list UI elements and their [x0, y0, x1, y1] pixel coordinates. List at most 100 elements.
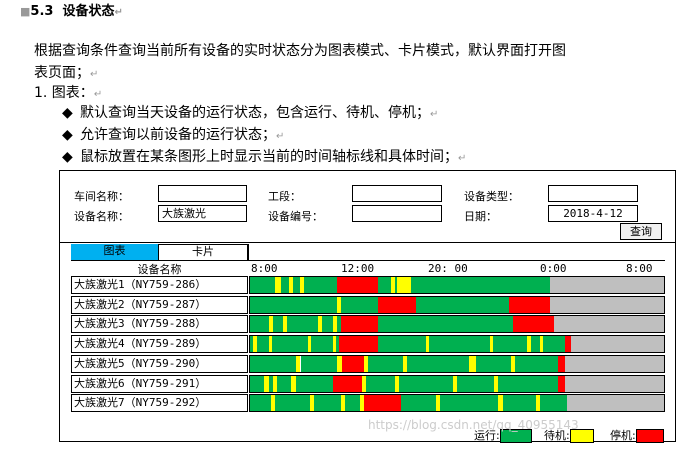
- status-segment-run[interactable]: [250, 356, 296, 372]
- status-segment-run[interactable]: [341, 297, 379, 313]
- query-button[interactable]: 查询: [620, 223, 662, 240]
- device-row-label: 大族激光6（NY759-291）: [71, 375, 248, 393]
- device-type-label: 设备类型：: [464, 190, 519, 203]
- device-row-label: 大族激光7（NY759-292）: [71, 394, 248, 412]
- status-segment-stp[interactable]: [512, 316, 555, 332]
- status-segment-run[interactable]: [407, 356, 470, 372]
- status-segment-run[interactable]: [367, 356, 404, 372]
- device-type-input[interactable]: [548, 185, 638, 202]
- legend-stopped-swatch: [635, 429, 664, 443]
- status-bar-row[interactable]: [249, 296, 665, 314]
- legend-stopped: 停机:: [610, 427, 664, 443]
- section-number: 5.3: [30, 4, 54, 19]
- status-segment-stp[interactable]: [508, 297, 551, 313]
- time-tick-label: 8:00: [626, 262, 653, 275]
- time-tick-label: 12:00: [341, 262, 375, 275]
- status-segment-run[interactable]: [250, 277, 275, 293]
- status-segment-run[interactable]: [399, 376, 453, 392]
- list-item-1: 1. 图表：↵: [34, 85, 103, 101]
- device-row-label: 大族激光4（NY759-289）: [71, 335, 248, 353]
- device-name-input[interactable]: 大族激光: [158, 205, 247, 222]
- status-segment-run[interactable]: [256, 336, 269, 352]
- status-segment-run[interactable]: [274, 395, 311, 411]
- status-segment-run[interactable]: [271, 336, 308, 352]
- status-segment-run[interactable]: [498, 376, 559, 392]
- status-segment-run[interactable]: [272, 316, 284, 332]
- status-segment-run[interactable]: [378, 336, 426, 352]
- status-segment-run[interactable]: [411, 277, 551, 293]
- status-segment-run[interactable]: [287, 316, 319, 332]
- workshop-label: 车间名称：: [74, 190, 129, 203]
- status-segment-idle[interactable]: [564, 356, 664, 372]
- status-segment-run[interactable]: [250, 316, 269, 332]
- status-bar-row[interactable]: [249, 315, 665, 333]
- status-bar-row[interactable]: [249, 276, 665, 294]
- status-segment-run[interactable]: [543, 336, 565, 352]
- status-segment-idle[interactable]: [564, 376, 664, 392]
- status-bar-row[interactable]: [249, 375, 665, 393]
- status-segment-run[interactable]: [250, 395, 271, 411]
- intro-line-2: 表页面；↵: [34, 65, 99, 81]
- status-segment-run[interactable]: [365, 376, 395, 392]
- status-segment-run[interactable]: [322, 316, 333, 332]
- status-segment-idle[interactable]: [550, 277, 664, 293]
- intro-line-1: 根据查询条件查询当前所有设备的实时状态分为图表模式、卡片模式，默认界面打开图: [34, 43, 566, 59]
- status-segment-run[interactable]: [502, 395, 536, 411]
- date-input[interactable]: 2018-4-12: [548, 205, 638, 222]
- time-tick-label: 0:00: [540, 262, 567, 275]
- status-bar-row[interactable]: [249, 335, 665, 353]
- device-name-label: 设备名称：: [74, 210, 129, 223]
- status-segment-run[interactable]: [415, 297, 509, 313]
- status-segment-run[interactable]: [378, 316, 513, 332]
- tab-chart[interactable]: 图表: [71, 244, 158, 260]
- workshop-input[interactable]: [158, 185, 247, 202]
- form-divider: [60, 242, 675, 243]
- status-segment-run[interactable]: [514, 356, 559, 372]
- status-segment-run[interactable]: [530, 336, 540, 352]
- diamond-bullet-icon: ◆: [62, 105, 73, 121]
- status-segment-run[interactable]: [429, 336, 491, 352]
- status-segment-idle[interactable]: [550, 297, 664, 313]
- bullet-1: ◆ 默认查询当天设备的运行状态，包含运行、待机、停机；↵: [62, 105, 439, 121]
- status-segment-run[interactable]: [345, 395, 360, 411]
- status-bar-row[interactable]: [249, 394, 665, 412]
- status-segment-run[interactable]: [539, 395, 567, 411]
- status-segment-stp[interactable]: [341, 356, 364, 372]
- status-segment-run[interactable]: [276, 376, 292, 392]
- status-bar-row[interactable]: [249, 355, 665, 373]
- status-segment-run[interactable]: [303, 277, 337, 293]
- status-segment-run[interactable]: [493, 336, 528, 352]
- status-segment-idle[interactable]: [566, 395, 664, 411]
- status-segment-run[interactable]: [281, 277, 290, 293]
- date-label: 日期：: [464, 210, 497, 223]
- status-segment-stb[interactable]: [396, 277, 412, 293]
- section-title: 设备状态: [62, 4, 115, 19]
- status-segment-stp[interactable]: [339, 336, 379, 352]
- device-row-label: 大族激光2（NY759-287）: [71, 296, 248, 314]
- diamond-bullet-icon: ◆: [62, 127, 73, 143]
- status-segment-idle[interactable]: [570, 336, 664, 352]
- status-segment-run[interactable]: [295, 376, 333, 392]
- status-segment-run[interactable]: [300, 356, 337, 372]
- status-segment-idle[interactable]: [554, 316, 664, 332]
- status-segment-run[interactable]: [401, 395, 437, 411]
- section-label: 工段：: [268, 190, 301, 203]
- status-segment-run[interactable]: [311, 336, 333, 352]
- status-segment-stp[interactable]: [378, 297, 416, 313]
- status-segment-stp[interactable]: [341, 316, 379, 332]
- device-code-input[interactable]: [352, 205, 442, 222]
- bullet-2: ◆ 允许查询以前设备的运行状态；↵: [62, 127, 285, 143]
- status-segment-stp[interactable]: [363, 395, 402, 411]
- status-segment-stp[interactable]: [336, 277, 379, 293]
- status-segment-run[interactable]: [250, 297, 337, 313]
- status-segment-run[interactable]: [475, 356, 511, 372]
- status-segment-run[interactable]: [457, 376, 495, 392]
- tab-divider: [248, 244, 249, 260]
- status-segment-stp[interactable]: [332, 376, 362, 392]
- section-input[interactable]: [352, 185, 442, 202]
- status-segment-run[interactable]: [250, 376, 265, 392]
- status-segment-run[interactable]: [378, 277, 391, 293]
- tab-card[interactable]: 卡片: [158, 244, 248, 260]
- status-segment-run[interactable]: [440, 395, 499, 411]
- status-segment-run[interactable]: [314, 395, 342, 411]
